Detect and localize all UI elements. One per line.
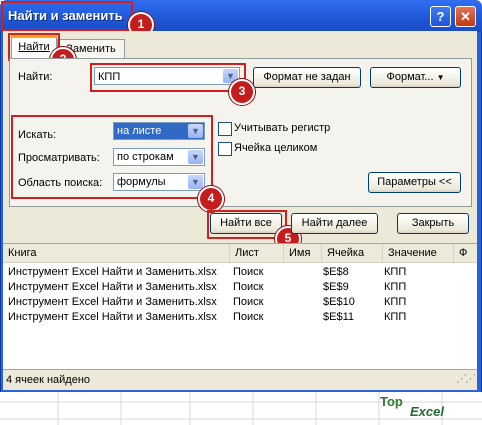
highlight-find bbox=[90, 63, 246, 92]
match-case-label: Учитывать регистр bbox=[234, 122, 331, 134]
row-book: Инструмент Excel Найти и Заменить.xlsx bbox=[8, 296, 217, 308]
logo-top: Top bbox=[380, 394, 403, 409]
column-header-formula[interactable]: Ф bbox=[454, 244, 477, 262]
find-next-button[interactable]: Найти далее bbox=[291, 213, 378, 234]
results-header: Книга Лист Имя Ячейка Значение Ф bbox=[3, 244, 477, 263]
row-sheet: Поиск bbox=[233, 311, 264, 323]
spreadsheet-background: Top Excel bbox=[0, 392, 482, 425]
row-value: КПП bbox=[384, 296, 407, 308]
row-cell: $E$11 bbox=[323, 311, 354, 323]
highlight-options bbox=[11, 115, 213, 199]
close-button[interactable]: Закрыть bbox=[397, 213, 469, 234]
table-row[interactable]: Инструмент Excel Найти и Заменить.xlsx П… bbox=[3, 295, 477, 309]
row-book: Инструмент Excel Найти и Заменить.xlsx bbox=[8, 281, 217, 293]
column-header-sheet[interactable]: Лист bbox=[230, 244, 284, 262]
chevron-down-icon: ▼ bbox=[436, 73, 445, 82]
row-cell: $E$10 bbox=[323, 296, 355, 308]
format-button[interactable]: Формат... ▼ bbox=[370, 67, 461, 88]
status-text: 4 ячеек найдено bbox=[6, 374, 91, 386]
entire-cell-checkbox[interactable] bbox=[218, 142, 232, 156]
row-sheet: Поиск bbox=[233, 266, 264, 278]
row-book: Инструмент Excel Найти и Заменить.xlsx bbox=[8, 266, 217, 278]
row-value: КПП bbox=[384, 266, 407, 278]
row-value: КПП bbox=[384, 311, 407, 323]
find-label: Найти: bbox=[18, 71, 53, 83]
row-cell: $E$9 bbox=[323, 281, 349, 293]
resize-grip-icon[interactable]: ⋰⋰ bbox=[456, 372, 476, 385]
row-cell: $E$8 bbox=[323, 266, 349, 278]
row-value: КПП bbox=[384, 281, 407, 293]
status-bar: 4 ячеек найдено ⋰⋰ bbox=[3, 369, 477, 390]
badge-4: 4 bbox=[198, 186, 224, 212]
column-header-name[interactable]: Имя bbox=[284, 244, 322, 262]
entire-cell-label: Ячейка целиком bbox=[234, 142, 318, 154]
options-toggle-button[interactable]: Параметры << bbox=[368, 172, 461, 193]
format-status-button[interactable]: Формат не задан bbox=[253, 67, 361, 88]
column-header-cell[interactable]: Ячейка bbox=[322, 244, 383, 262]
column-header-value[interactable]: Значение bbox=[383, 244, 454, 262]
logo-excel: Excel bbox=[410, 404, 444, 419]
row-sheet: Поиск bbox=[233, 296, 264, 308]
close-window-button[interactable]: ✕ bbox=[455, 6, 476, 27]
row-book: Инструмент Excel Найти и Заменить.xlsx bbox=[8, 311, 217, 323]
table-row[interactable]: Инструмент Excel Найти и Заменить.xlsx П… bbox=[3, 265, 477, 279]
highlight-title bbox=[1, 1, 133, 31]
badge-3: 3 bbox=[229, 79, 255, 105]
match-case-checkbox[interactable] bbox=[218, 122, 232, 136]
column-header-book[interactable]: Книга bbox=[3, 244, 230, 262]
table-row[interactable]: Инструмент Excel Найти и Заменить.xlsx П… bbox=[3, 310, 477, 324]
row-sheet: Поиск bbox=[233, 281, 264, 293]
table-row[interactable]: Инструмент Excel Найти и Заменить.xlsx П… bbox=[3, 280, 477, 294]
help-button[interactable]: ? bbox=[430, 6, 451, 27]
format-button-label: Формат... bbox=[386, 71, 434, 83]
